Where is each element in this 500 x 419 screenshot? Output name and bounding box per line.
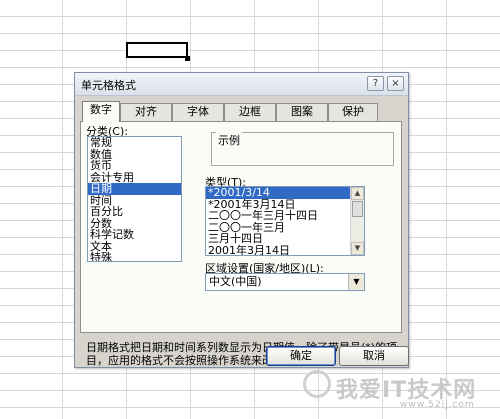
close-button[interactable]: × [387,76,404,91]
category-listbox[interactable]: 常规数值货币会计专用日期时间百分比分数科学记数文本特殊自定义 [87,136,182,262]
ok-button[interactable]: 确定 [266,346,336,366]
locale-value: 中文(中国) [209,275,262,288]
tab-alignment[interactable]: 对齐 [120,103,172,121]
site-watermark: 我爱IT技术网 www.52ij.com [300,370,500,419]
watermark-logo-icon [303,370,331,398]
cancel-button[interactable]: 取消 [339,346,409,366]
tab-border[interactable]: 边框 [224,103,276,121]
fill-handle[interactable] [185,56,190,61]
category-list-item[interactable]: 百分比 [88,206,181,218]
type-listbox[interactable]: *2001/3/14 *2001年3月14日 二〇〇一年三月十四日 二〇〇一年三月 三月… [205,186,365,256]
sample-label: 示例 [216,132,242,148]
sample-group: 示例 [211,132,394,166]
selected-cell[interactable] [126,42,188,58]
dialog-titlebar: 单元格格式 ? × [75,73,408,96]
locale-select[interactable]: 中文(中国) ▼ [205,273,365,291]
category-list-item[interactable]: 日期 [88,183,181,195]
type-list-item[interactable]: 三月十四日 [206,233,364,245]
tab-font[interactable]: 字体 [172,103,224,121]
dropdown-arrow-icon[interactable]: ▼ [348,274,364,290]
dialog-title: 单元格格式 [81,79,136,92]
tab-protection[interactable]: 保护 [328,103,378,121]
category-list-item[interactable]: 特殊 [88,252,181,261]
category-list-item[interactable]: 科学记数 [88,229,181,241]
format-cells-dialog: 单元格格式 ? × 数字 对齐 字体 边框 图案 保护 分类(C): 常规 数值货… [74,72,409,368]
tab-patterns[interactable]: 图案 [276,103,328,121]
type-list-item[interactable]: 二〇〇一年三月十四日 [206,210,364,222]
watermark-url: www.52ij.com [400,400,475,410]
tab-number[interactable]: 数字 [82,101,120,122]
scroll-thumb[interactable] [352,201,363,217]
type-scrollbar[interactable]: ▲ ▼ [350,187,364,255]
scroll-up-icon[interactable]: ▲ [351,187,364,200]
type-list-item[interactable]: *2001/3/14 [206,187,364,199]
category-list-item[interactable]: 货币 [88,160,181,172]
number-tab-panel: 分类(C): 常规数值货币会计专用日期时间百分比分数科学记数文本特殊自定义 示例… [80,121,402,367]
category-list-item[interactable]: 常规 [88,137,181,149]
help-button[interactable]: ? [367,76,384,91]
scroll-down-icon[interactable]: ▼ [351,242,364,255]
